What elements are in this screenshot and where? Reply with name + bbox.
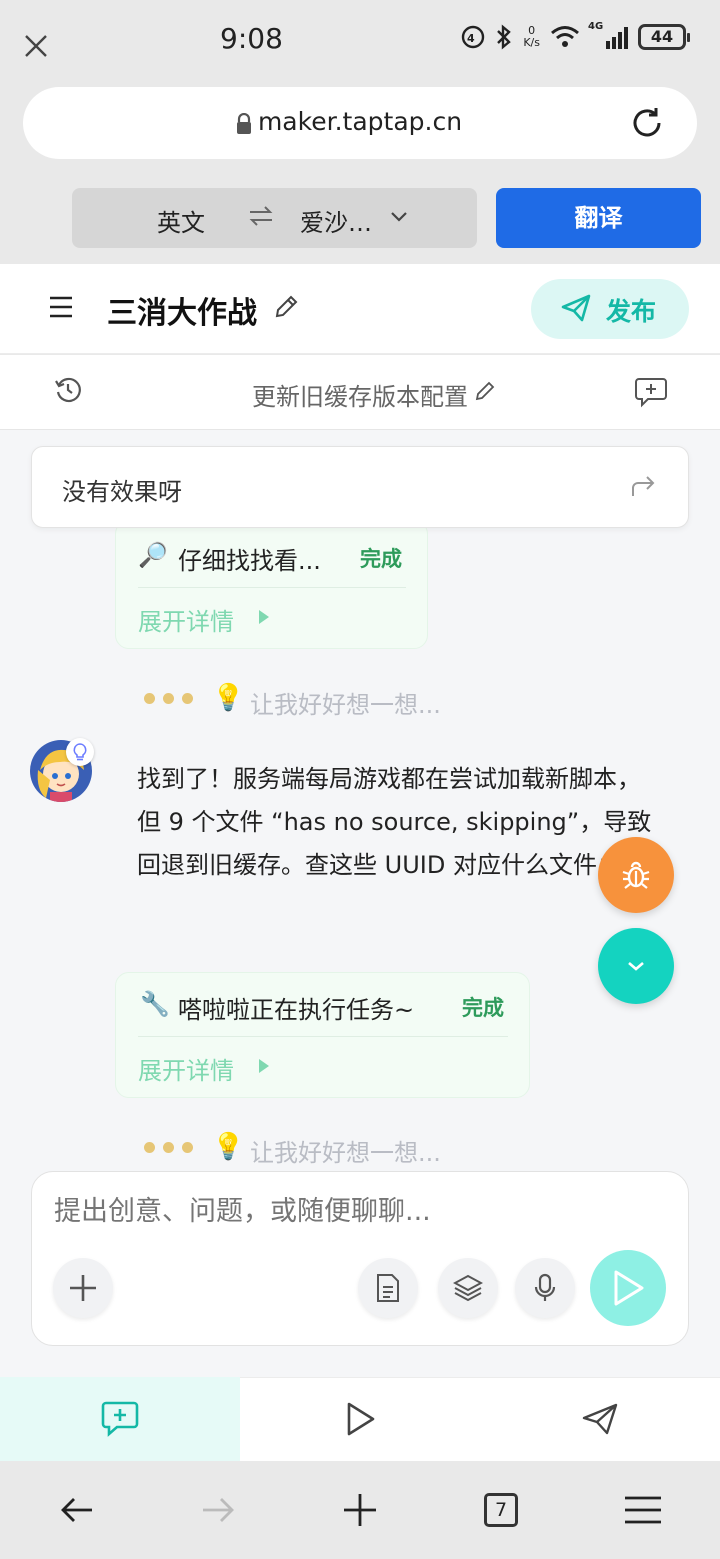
chevron-down-icon xyxy=(628,962,644,971)
thinking-text: 让我好好想一想... xyxy=(250,1139,441,1167)
thinking-text: 让我好好想一想... xyxy=(250,691,441,719)
wifi-icon xyxy=(551,26,579,47)
caret-right-icon[interactable] xyxy=(258,609,270,625)
bluetooth-icon xyxy=(497,24,512,50)
hd-icon: 4 xyxy=(462,25,485,49)
lightbulb-badge-icon xyxy=(66,738,94,766)
attach-document-button[interactable] xyxy=(358,1258,418,1318)
debug-button[interactable] xyxy=(598,837,674,913)
close-icon[interactable] xyxy=(22,32,50,60)
net-speed: 0 K/s xyxy=(523,24,540,49)
magnifier-icon: 🔎 xyxy=(138,541,168,569)
expand-details-link[interactable]: 展开详情 xyxy=(138,602,234,637)
play-icon xyxy=(347,1402,375,1436)
caret-right-icon[interactable] xyxy=(258,1058,270,1074)
message-input[interactable] xyxy=(54,1196,614,1227)
assistant-message: 找到了！服务端每局游戏都在尝试加载新脚本，但 9 个文件 “has no sou… xyxy=(137,765,652,879)
send-icon xyxy=(582,1403,618,1435)
plus-icon xyxy=(344,1494,376,1526)
plus-icon xyxy=(70,1275,96,1301)
layers-icon xyxy=(453,1274,483,1302)
expand-details-link[interactable]: 展开详情 xyxy=(138,1051,234,1086)
task-status: 完成 xyxy=(360,547,402,571)
source-language[interactable]: 英文 xyxy=(157,203,205,238)
thinking-indicator xyxy=(144,1142,193,1153)
nav-chat-tab[interactable] xyxy=(0,1377,240,1461)
menu-icon[interactable] xyxy=(48,295,74,319)
wrench-icon: 🔧 xyxy=(140,990,170,1018)
svg-text:4: 4 xyxy=(467,32,475,45)
send-icon[interactable] xyxy=(560,293,592,323)
project-title: 三消大作战 xyxy=(107,296,257,331)
edit-icon[interactable] xyxy=(273,294,299,320)
layers-button[interactable] xyxy=(438,1258,498,1318)
microphone-icon xyxy=(534,1273,556,1301)
thinking-indicator xyxy=(144,693,193,704)
tabs-button[interactable]: 7 xyxy=(451,1461,551,1559)
forward-button[interactable] xyxy=(168,1461,268,1559)
divider xyxy=(138,1036,508,1037)
nav-publish-tab[interactable] xyxy=(480,1377,720,1461)
address-bar[interactable]: maker.taptap.cn xyxy=(23,87,697,159)
clock: 9:08 xyxy=(220,22,283,55)
publish-label[interactable]: 发布 xyxy=(606,292,656,328)
document-icon xyxy=(377,1274,399,1302)
new-tab-button[interactable] xyxy=(310,1461,410,1559)
lightbulb-icon: 💡 xyxy=(212,1132,245,1162)
menu-icon xyxy=(625,1496,661,1524)
task-title: 嗒啦啦正在执行任务~ xyxy=(178,996,415,1024)
bug-icon xyxy=(622,861,650,889)
lightbulb-icon: 💡 xyxy=(212,683,245,713)
back-button[interactable] xyxy=(27,1461,127,1559)
add-button[interactable] xyxy=(53,1258,113,1318)
battery-icon: 44 xyxy=(638,24,690,50)
scroll-down-button[interactable] xyxy=(598,928,674,1004)
tabs-count: 7 xyxy=(484,1493,518,1527)
reload-icon[interactable] xyxy=(629,105,665,141)
swap-icon[interactable] xyxy=(248,205,274,227)
signal-icon: 4G xyxy=(588,21,628,49)
task-status: 完成 xyxy=(462,996,504,1020)
divider xyxy=(138,587,406,588)
arrow-left-icon xyxy=(61,1498,92,1522)
language-selector[interactable] xyxy=(72,188,477,248)
status-icons: 4 0 K/s 4G 44 xyxy=(461,21,690,50)
send-button[interactable] xyxy=(590,1250,666,1326)
chat-icon xyxy=(101,1401,139,1437)
url-text[interactable]: maker.taptap.cn xyxy=(23,107,697,136)
edit-icon[interactable] xyxy=(474,380,496,402)
quoted-message-text: 没有效果呀 xyxy=(62,478,182,506)
task-title: 仔细找找看... xyxy=(178,547,321,575)
voice-input-button[interactable] xyxy=(515,1258,575,1318)
forward-icon[interactable] xyxy=(630,474,656,498)
browser-menu-button[interactable] xyxy=(593,1461,693,1559)
nav-play-tab[interactable] xyxy=(240,1377,480,1461)
translate-button[interactable]: 翻译 xyxy=(496,188,701,248)
play-icon xyxy=(614,1270,644,1306)
arrow-right-icon xyxy=(203,1498,234,1522)
target-language[interactable]: 爱沙… xyxy=(300,203,372,238)
new-chat-icon[interactable] xyxy=(634,376,668,408)
chevron-down-icon[interactable] xyxy=(389,210,409,224)
session-title[interactable]: 更新旧缓存版本配置 xyxy=(0,377,720,412)
